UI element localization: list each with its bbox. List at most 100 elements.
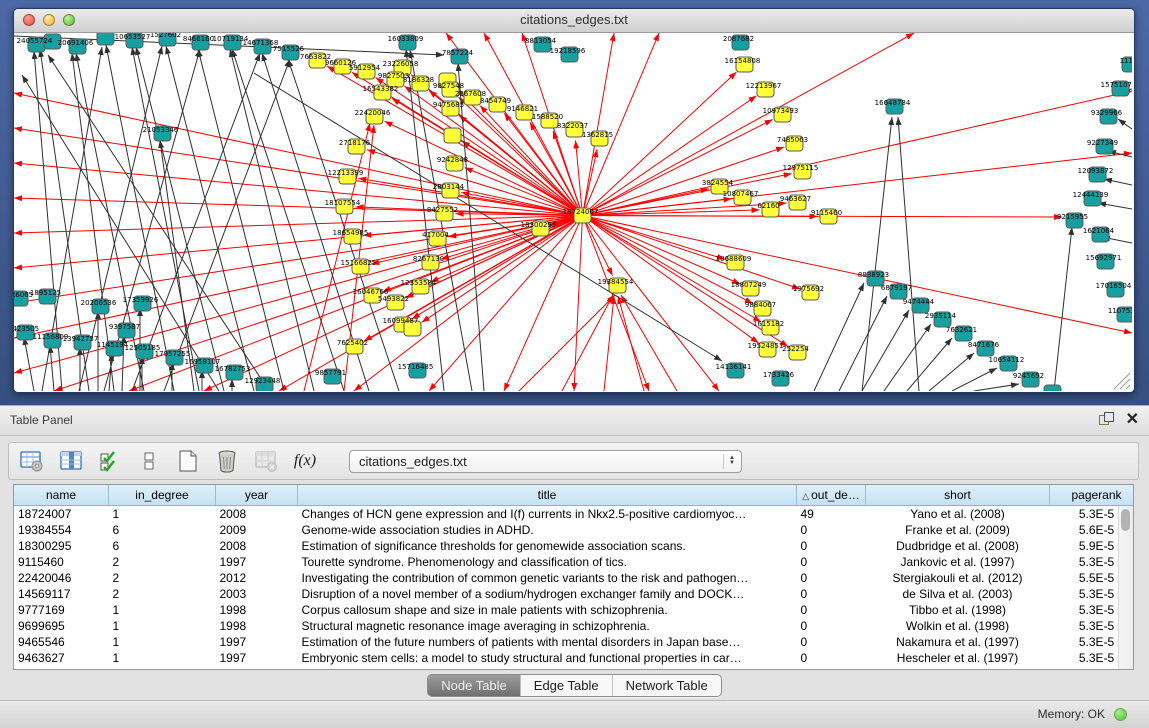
table-row[interactable]: 911546021997Tourette syndrome. Phenomeno… <box>14 554 1134 570</box>
scrollbar-thumb[interactable] <box>1121 509 1130 531</box>
table-cell[interactable]: Stergiakouli et al. (2012) <box>866 570 1050 586</box>
table-cell[interactable]: 9699695 <box>14 618 109 634</box>
graph-edge[interactable] <box>1098 203 1132 209</box>
graph-edge[interactable] <box>14 216 583 304</box>
graph-edge[interactable] <box>431 216 583 283</box>
graph-edge[interactable] <box>814 283 864 391</box>
table-cell[interactable]: 6 <box>109 538 216 554</box>
table-select-combo[interactable]: citations_edges.txt ▲▼ <box>349 450 742 473</box>
table-cell[interactable]: 1 <box>109 506 216 523</box>
table-cell[interactable]: de Silva et al. (2003) <box>866 586 1050 602</box>
graph-edge[interactable] <box>583 216 650 392</box>
table-row[interactable]: 1872400712008Changes of HCN gene express… <box>14 506 1134 523</box>
table-cell[interactable]: 1 <box>109 618 216 634</box>
graph-edge[interactable] <box>14 216 583 234</box>
table-cell[interactable]: 0 <box>797 634 866 650</box>
table-cell[interactable]: 1997 <box>216 634 298 650</box>
graph-edge[interactable] <box>14 128 583 216</box>
graph-edge[interactable] <box>14 198 583 216</box>
graph-edge[interactable] <box>952 368 997 391</box>
table-row[interactable]: 2242004622012Investigating the contribut… <box>14 570 1134 586</box>
table-row[interactable]: 946554611997Estimation of the future num… <box>14 634 1134 650</box>
table-cell[interactable]: Disruption of a novel member of a sodium… <box>298 586 797 602</box>
graph-edge[interactable] <box>907 338 952 391</box>
table-cell[interactable]: 1997 <box>216 554 298 570</box>
network-canvas[interactable]: 2405572420691406106535271527602846616010… <box>14 33 1132 391</box>
tab-edge-table[interactable]: Edge Table <box>521 675 613 696</box>
select-rows-icon[interactable] <box>97 448 123 474</box>
graph-edge[interactable] <box>1118 119 1132 129</box>
table-cell[interactable]: 2 <box>109 586 216 602</box>
table-cell[interactable]: 1997 <box>216 650 298 666</box>
resize-grip-icon[interactable] <box>1126 385 1130 389</box>
table-cell[interactable]: Tibbo et al. (1998) <box>866 602 1050 618</box>
table-cell[interactable]: 0 <box>797 570 866 586</box>
table-cell[interactable]: Genome-wide association studies in ADHD. <box>298 522 797 538</box>
table-cell[interactable]: 0 <box>797 586 866 602</box>
table-cell[interactable]: Wolkin et al. (1998) <box>866 618 1050 634</box>
graph-edge[interactable] <box>884 324 931 391</box>
graph-edge[interactable] <box>429 216 583 392</box>
graph-edge[interactable] <box>862 117 892 391</box>
table-row[interactable]: 1938455462009Genome-wide association stu… <box>14 522 1134 538</box>
table-cell[interactable]: 0 <box>797 554 866 570</box>
table-cell[interactable]: 0 <box>797 618 866 634</box>
table-cell[interactable]: Investigating the contribution of common… <box>298 570 797 586</box>
graph-edge[interactable] <box>232 49 344 391</box>
table-cell[interactable]: 0 <box>797 650 866 666</box>
table-cell[interactable]: 2012 <box>216 570 298 586</box>
table-row[interactable]: 969969511998Structural magnetic resonanc… <box>14 618 1134 634</box>
table-cell[interactable]: 19384554 <box>14 522 109 538</box>
table-cell[interactable]: 0 <box>797 538 866 554</box>
network-graph[interactable]: 2405572420691406106535271527602846616010… <box>14 33 1132 391</box>
table-cell[interactable]: 9115460 <box>14 554 109 570</box>
graph-edge[interactable] <box>583 216 720 392</box>
table-cell[interactable]: Dudbridge et al. (2008) <box>866 538 1050 554</box>
table-cell[interactable]: 6 <box>109 522 216 538</box>
graph-node[interactable] <box>444 128 461 143</box>
table-row[interactable]: 1456911722003Disruption of a novel membe… <box>14 586 1134 602</box>
table-cell[interactable]: 2009 <box>216 522 298 538</box>
clear-selection-icon[interactable] <box>136 448 162 474</box>
graph-edge[interactable] <box>104 49 200 391</box>
table-cell[interactable]: 2003 <box>216 586 298 602</box>
new-file-icon[interactable] <box>175 448 201 474</box>
graph-edge[interactable] <box>604 296 614 391</box>
table-cell[interactable]: 0 <box>797 522 866 538</box>
table-cell[interactable]: 14569117 <box>14 586 109 602</box>
table-cell[interactable]: 22420046 <box>14 570 109 586</box>
column-header-pagerank[interactable]: pagerank <box>1050 485 1135 506</box>
column-header-name[interactable]: name <box>14 485 109 506</box>
table-cell[interactable]: 2 <box>109 554 216 570</box>
table-cell[interactable]: 18300295 <box>14 538 109 554</box>
column-header-out_de[interactable]: △out_de… <box>797 485 866 506</box>
graph-edge[interactable] <box>583 216 741 285</box>
graph-edge[interactable] <box>254 73 722 361</box>
close-window-button[interactable] <box>23 14 35 26</box>
minimize-window-button[interactable] <box>43 14 55 26</box>
graph-edge[interactable] <box>583 153 1133 216</box>
graph-edge[interactable] <box>621 295 677 391</box>
table-cell[interactable]: Franke et al. (2009) <box>866 522 1050 538</box>
graph-edge[interactable] <box>14 216 583 339</box>
resize-grip-icon[interactable] <box>1120 379 1130 389</box>
table-cell[interactable]: Nakamura et al. (1997) <box>866 634 1050 650</box>
float-panel-icon[interactable] <box>1099 412 1114 427</box>
graph-edge[interactable] <box>1104 179 1132 185</box>
column-header-in_degree[interactable]: in_degree <box>109 485 216 506</box>
tab-network-table[interactable]: Network Table <box>613 675 721 696</box>
column-header-title[interactable]: title <box>298 485 797 506</box>
table-cell[interactable]: Corpus callosum shape and size in male p… <box>298 602 797 618</box>
table-cell[interactable]: Jankovic et al. (1997) <box>866 554 1050 570</box>
graph-edge[interactable] <box>24 337 34 391</box>
graph-edge[interactable] <box>898 117 919 391</box>
column-header-year[interactable]: year <box>216 485 298 506</box>
graph-edge[interactable] <box>929 353 974 391</box>
table-cell[interactable]: Estimation of significance thresholds fo… <box>298 538 797 554</box>
table-cell[interactable]: Embryonic stem cells: a model to study s… <box>298 650 797 666</box>
column-settings-icon[interactable] <box>19 448 45 474</box>
graph-edge[interactable] <box>974 384 1019 391</box>
table-row[interactable]: 1830029562008Estimation of significance … <box>14 538 1134 554</box>
table-cell[interactable]: 2008 <box>216 506 298 523</box>
table-cell[interactable]: Changes of HCN gene expression and I(f) … <box>298 506 797 523</box>
